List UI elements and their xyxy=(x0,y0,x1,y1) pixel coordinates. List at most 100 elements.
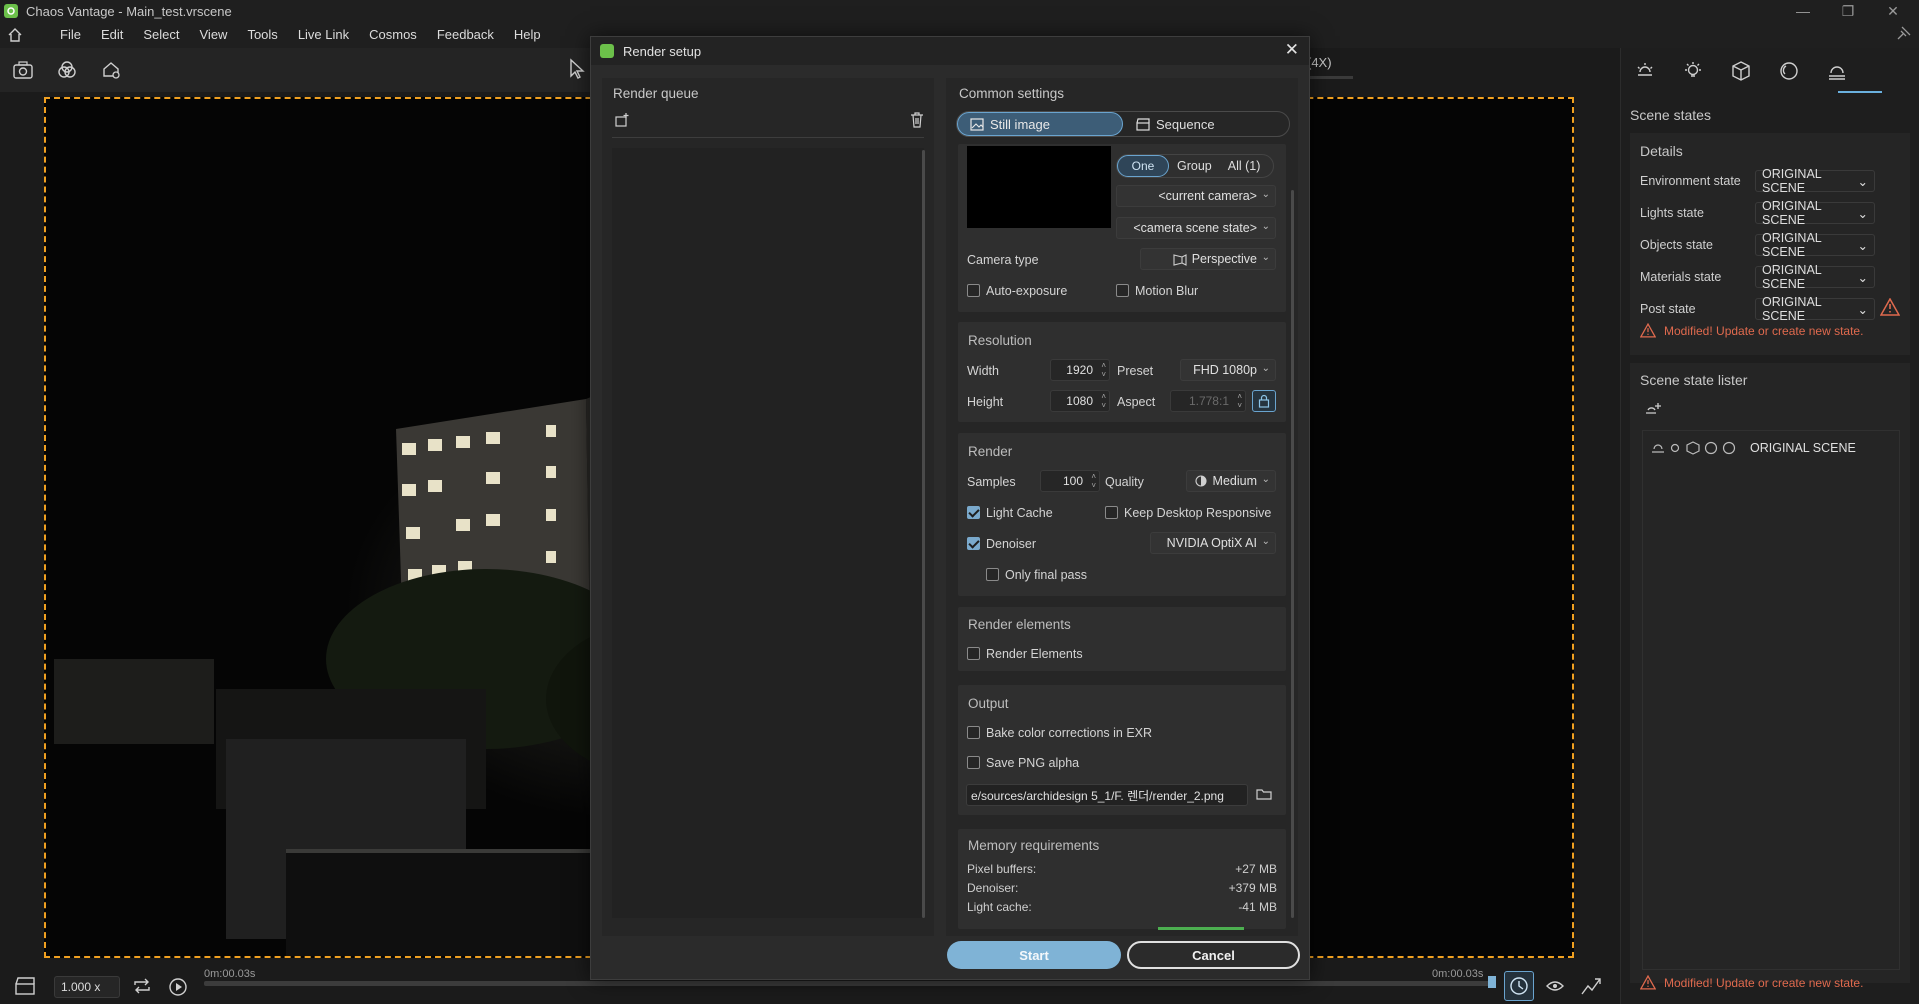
environment-state-dropdown[interactable]: ORIGINAL SCENE ⌄ xyxy=(1755,167,1875,195)
dialog-title-bar[interactable]: Render setup ✕ xyxy=(591,37,1309,65)
environment-icon[interactable] xyxy=(1634,60,1656,82)
current-camera-dropdown[interactable]: <current camera> ⌄ xyxy=(1116,185,1276,207)
menu-tools[interactable]: Tools xyxy=(237,22,287,48)
pin-icon[interactable] xyxy=(1897,26,1911,40)
denoiser-checkbox[interactable] xyxy=(967,537,980,550)
select-cursor-icon[interactable] xyxy=(568,58,588,80)
render-elements-checkbox[interactable] xyxy=(967,647,980,660)
clapper-icon[interactable] xyxy=(14,976,36,996)
active-tab-indicator xyxy=(1838,91,1882,93)
menu-cosmos[interactable]: Cosmos xyxy=(359,22,427,48)
folder-icon[interactable] xyxy=(1256,787,1272,801)
menu-help[interactable]: Help xyxy=(504,22,551,48)
minimize-button[interactable]: — xyxy=(1785,0,1821,22)
objects-state-dropdown[interactable]: ORIGINAL SCENE ⌄ xyxy=(1755,231,1875,259)
samples-value: 100 xyxy=(1062,474,1083,488)
save-png-alpha-checkbox[interactable] xyxy=(967,756,980,769)
toolbar-spacer xyxy=(300,48,590,92)
scope-group[interactable]: Group xyxy=(1169,159,1220,173)
quality-label: Quality xyxy=(1105,475,1144,489)
cancel-button[interactable]: Cancel xyxy=(1127,941,1300,969)
bottom-modified-warning: Modified! Update or create new state. xyxy=(1640,975,1863,990)
chevron-down-icon: ⌄ xyxy=(1261,363,1270,374)
restore-button[interactable]: ❐ xyxy=(1830,0,1866,22)
lights-state-dropdown[interactable]: ORIGINAL SCENE ⌄ xyxy=(1755,199,1875,227)
animation-hand-icon[interactable] xyxy=(1544,976,1566,996)
render-queue-list[interactable] xyxy=(612,148,924,918)
preset-dropdown[interactable]: FHD 1080p ⌄ xyxy=(1180,359,1276,381)
graph-editor-icon[interactable] xyxy=(1580,976,1602,996)
menu-feedback[interactable]: Feedback xyxy=(427,22,504,48)
bake-color-corrections-label: Bake color corrections in EXR xyxy=(986,726,1153,740)
lister-item[interactable]: ORIGINAL SCENE xyxy=(1650,439,1856,457)
motion-blur-checkbox[interactable] xyxy=(1116,284,1129,297)
aspect-lock-icon[interactable] xyxy=(1252,390,1276,412)
settings-scrollbar[interactable] xyxy=(1291,190,1294,918)
height-spinner[interactable]: 1080 ˄ ˅ xyxy=(1050,390,1110,412)
spinner-arrows-icon[interactable]: ˄ ˅ xyxy=(1091,472,1096,490)
camera-type-dropdown[interactable]: Perspective ⌄ xyxy=(1140,248,1276,270)
menu-select[interactable]: Select xyxy=(133,22,189,48)
render-spheres-icon[interactable] xyxy=(56,59,78,81)
memory-title: Memory requirements xyxy=(968,838,1100,853)
still-image-option[interactable]: Still image xyxy=(957,112,1123,136)
add-to-queue-icon[interactable] xyxy=(614,112,630,128)
materials-state-dropdown[interactable]: ORIGINAL SCENE ⌄ xyxy=(1755,263,1875,291)
render-title: Render xyxy=(968,444,1013,459)
chevron-down-icon: ⌄ xyxy=(1857,206,1868,221)
light-cache-checkbox[interactable] xyxy=(967,506,980,519)
output-path-field[interactable]: e/sources/archidesign 5_1/F. 렌더/render_2… xyxy=(966,784,1248,806)
playback-speed-spinner[interactable]: 1.000 x xyxy=(54,976,120,998)
sequence-option[interactable]: Sequence xyxy=(1128,112,1288,136)
environment-state-row: Environment state ORIGINAL SCENE ⌄ xyxy=(1640,167,1900,195)
keep-desktop-responsive-label: Keep Desktop Responsive xyxy=(1124,506,1272,520)
memory-row-value: +27 MB xyxy=(1235,862,1277,876)
start-button[interactable]: Start xyxy=(947,941,1121,969)
play-icon[interactable] xyxy=(168,977,188,997)
spinner-arrows-icon[interactable]: ˄ ˅ xyxy=(1101,392,1106,410)
dialog-close-icon[interactable]: ✕ xyxy=(1285,40,1299,60)
timeline-track[interactable] xyxy=(204,981,1494,986)
materials-sphere-icon[interactable] xyxy=(1778,60,1800,82)
timeline-playhead[interactable] xyxy=(1488,976,1496,988)
quality-dropdown[interactable]: Medium ⌄ xyxy=(1186,470,1276,492)
menu-file[interactable]: File xyxy=(50,22,91,48)
width-spinner[interactable]: 1920 ˄ ˅ xyxy=(1050,359,1110,381)
add-state-icon[interactable] xyxy=(1644,402,1662,418)
menu-view[interactable]: View xyxy=(190,22,238,48)
home-icon[interactable] xyxy=(4,24,26,46)
render-elements-label: Render Elements xyxy=(986,647,1083,661)
keep-desktop-responsive-checkbox[interactable] xyxy=(1105,506,1118,519)
lights-icon[interactable] xyxy=(1682,60,1704,82)
motion-blur-label: Motion Blur xyxy=(1135,284,1199,298)
trash-icon[interactable] xyxy=(910,112,924,128)
post-state-dropdown[interactable]: ORIGINAL SCENE ⌄ xyxy=(1755,295,1875,323)
queue-scrollbar[interactable] xyxy=(922,150,925,918)
close-window-button[interactable]: ✕ xyxy=(1875,0,1911,22)
camera-snapshot-icon[interactable] xyxy=(12,60,34,80)
scene-states-icon[interactable] xyxy=(1826,60,1848,82)
loop-icon[interactable] xyxy=(132,977,152,995)
state-value: ORIGINAL SCENE xyxy=(1762,295,1822,323)
render-settings-icon[interactable] xyxy=(100,59,122,81)
bake-color-corrections-checkbox[interactable] xyxy=(967,726,980,739)
scope-all[interactable]: All (1) xyxy=(1220,159,1269,173)
toolbar-right-area xyxy=(1290,48,1614,92)
camera-type-value: Perspective xyxy=(1191,252,1257,266)
menu-live-link[interactable]: Live Link xyxy=(288,22,359,48)
save-png-alpha-label: Save PNG alpha xyxy=(986,756,1080,770)
menu-edit[interactable]: Edit xyxy=(91,22,133,48)
objects-cube-icon[interactable] xyxy=(1730,60,1752,82)
samples-spinner[interactable]: 100 ˄ ˅ xyxy=(1040,470,1100,492)
auto-exposure-checkbox[interactable] xyxy=(967,284,980,297)
timeline-end-time: 0m:00.03s xyxy=(1432,968,1484,980)
camera-scene-state-dropdown[interactable]: <camera scene state> ⌄ xyxy=(1116,217,1276,239)
pose-mode-icon[interactable] xyxy=(1504,971,1534,1001)
chevron-down-icon: ⌄ xyxy=(1261,536,1270,547)
denoiser-dropdown[interactable]: NVIDIA OptiX AI ⌄ xyxy=(1150,532,1276,554)
only-final-pass-checkbox[interactable] xyxy=(986,568,999,581)
spinner-arrows-icon[interactable]: ˄ ˅ xyxy=(1101,361,1106,379)
scope-one[interactable]: One xyxy=(1117,155,1169,177)
render-elements-title: Render elements xyxy=(968,617,1071,632)
current-camera-value: <current camera> xyxy=(1158,189,1257,203)
